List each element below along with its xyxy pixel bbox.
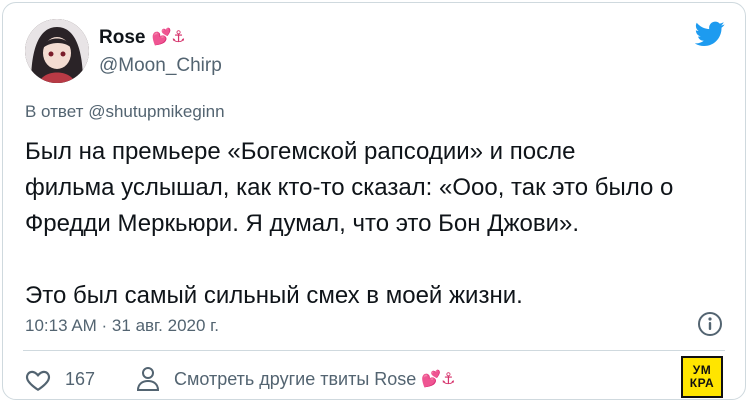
tweet-timestamp[interactable]: 10:13 AM · 31 авг. 2020 г.: [25, 316, 219, 336]
more-tweets-emoji: 💕⚓: [421, 370, 456, 388]
info-icon[interactable]: [697, 311, 723, 337]
user-handle[interactable]: @Moon_Chirp: [99, 55, 222, 77]
tweet-text: Был на премьере «Богемской рапсодии» и п…: [25, 138, 674, 309]
reply-mention-link[interactable]: @shutupmikeginn: [88, 102, 224, 121]
reply-context: В ответ @shutupmikeginn: [25, 102, 225, 122]
author-name-row[interactable]: Rose 💕⚓: [99, 27, 186, 49]
reply-prefix: В ответ: [25, 102, 84, 121]
name-emoji: 💕⚓: [151, 29, 186, 46]
like-count[interactable]: 167: [65, 369, 95, 390]
person-icon[interactable]: [136, 366, 160, 392]
twitter-bird-icon[interactable]: [695, 21, 725, 47]
tweet-card: Rose 💕⚓ @Moon_Chirp В ответ @shutupmikeg…: [2, 2, 746, 400]
umkra-watermark-logo: УМ КРА: [681, 356, 723, 398]
avatar[interactable]: [25, 19, 89, 83]
more-tweets-label[interactable]: Смотреть другие твиты Rose: [174, 369, 416, 390]
divider: [23, 350, 725, 351]
more-tweets-link[interactable]: Смотреть другие твиты Rose 💕⚓: [174, 369, 456, 390]
avatar-image: [25, 19, 89, 83]
watermark-line-2: КРА: [689, 376, 715, 390]
heart-icon[interactable]: [25, 367, 51, 393]
display-name[interactable]: Rose: [99, 27, 145, 49]
